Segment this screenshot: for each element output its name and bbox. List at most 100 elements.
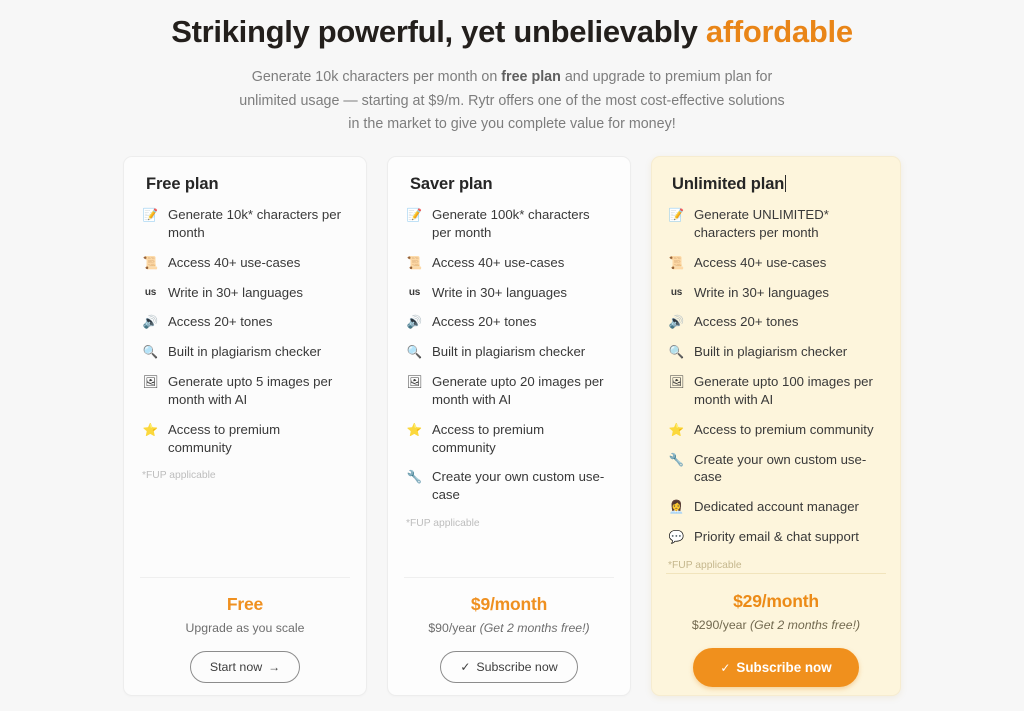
feature-label: Access 20+ tones [694, 314, 799, 330]
scroll-icon: 📜 [668, 254, 685, 270]
scroll-icon: 📜 [406, 254, 423, 270]
speaker-icon: 🔊 [668, 314, 685, 330]
feature-label: Create your own custom use-case [432, 469, 605, 503]
feature-label: Access to premium community [432, 421, 545, 455]
plan-price-note-italic: (Get 2 months free!) [479, 621, 590, 636]
feature-list-saver: 📝 Generate 100k* characters per month 📜 Acc… [404, 206, 614, 516]
feature-label: Generate upto 5 images per month with AI [168, 374, 333, 407]
feature-item: 🔊 Access 20+ tones [140, 313, 350, 331]
feature-item: 🔍 Built in plagiarism checker [666, 343, 886, 361]
plan-price-note: $90/year (Get 2 months free!) [404, 621, 614, 635]
plan-title-free: Free plan [140, 175, 350, 194]
subtitle-part-2: and upgrade to premium plan for [560, 69, 773, 86]
plan-footer-free: Free Upgrade as you scale Start now → [140, 577, 350, 695]
plan-card-saver: Saver plan 📝 Generate 100k* characters per… [387, 156, 631, 697]
chat-bubble-icon: 💬 [668, 528, 685, 544]
subscribe-button-saver[interactable]: ✓ Subscribe now [440, 651, 578, 684]
plan-price-note: $290/year (Get 2 months free!) [666, 618, 886, 632]
feature-label: Access 40+ use-cases [168, 254, 301, 270]
feature-item: 🖼 Generate upto 20 images per month with … [404, 373, 614, 409]
text-cursor-caret [785, 175, 787, 193]
page-subtitle: Generate 10k characters per month on fre… [234, 66, 790, 136]
feature-item: 💬 Priority email & chat support [666, 528, 886, 546]
wrench-icon: 🔧 [668, 451, 685, 467]
fup-footnote: *FUP applicable [668, 559, 742, 571]
feature-item: 📝 Generate 10k* characters per month [140, 206, 350, 242]
feature-label: Write in 30+ languages [432, 284, 568, 300]
subscribe-button-unlimited[interactable]: ✓ Subscribe now [693, 648, 859, 688]
feature-item: 🔧 Create your own custom use-case [666, 451, 886, 487]
plan-price-note-italic: (Get 2 months free!) [750, 618, 861, 633]
subtitle-part-3: unlimited usage — starting at $9/m. Rytr… [239, 92, 725, 109]
feature-item: us Write in 30+ languages [666, 284, 886, 302]
feature-item: us Write in 30+ languages [404, 284, 614, 302]
feature-item: 📜 Access 40+ use-cases [666, 254, 886, 272]
feature-item: 📜 Access 40+ use-cases [140, 254, 350, 272]
feature-label: Built in plagiarism checker [694, 344, 848, 360]
star-icon: ⭐ [142, 421, 159, 437]
framed-picture-icon: 🖼 [406, 374, 423, 390]
feature-item: 📝 Generate UNLIMITED* characters per mont… [666, 206, 886, 242]
plan-card-unlimited: Unlimited plan 📝 Generate UNLIMITED* chara… [651, 156, 901, 697]
feature-list-unlimited: 📝 Generate UNLIMITED* characters per mont… [666, 206, 886, 558]
arrow-right-icon: → [268, 660, 281, 675]
memo-icon: 📝 [668, 207, 685, 223]
subtitle-emphasis: free plan [501, 69, 561, 86]
feature-item: 📜 Access 40+ use-cases [404, 254, 614, 272]
plan-title-text: Free plan [146, 175, 219, 194]
feature-label: Create your own custom use-case [694, 451, 867, 485]
feature-label: Generate 10k* characters per month [168, 207, 341, 240]
scroll-icon: 📜 [142, 254, 159, 270]
plan-price-note: Upgrade as you scale [140, 621, 350, 635]
plan-price-note-plain: $290/year [691, 618, 751, 633]
feature-label: Dedicated account manager [694, 499, 859, 515]
speaker-icon: 🔊 [142, 314, 159, 330]
feature-label: Generate 100k* characters per month [432, 207, 590, 240]
feature-label: Generate UNLIMITED* characters per month [694, 207, 829, 240]
framed-picture-icon: 🖼 [142, 374, 159, 390]
plan-price: Free [226, 594, 264, 615]
feature-item: 🔧 Create your own custom use-case [404, 468, 614, 504]
feature-item: ⭐ Access to premium community [404, 421, 614, 457]
fup-footnote: *FUP applicable [406, 517, 480, 529]
page-title: Strikingly powerful, yet unbelievably af… [0, 8, 1024, 52]
plan-card-free: Free plan 📝 Generate 10k* characters per m… [123, 156, 367, 697]
start-button-free[interactable]: Start now → [189, 651, 301, 684]
feature-label: Access 20+ tones [432, 314, 537, 330]
feature-label: Access 40+ use-cases [432, 254, 565, 270]
page-title-accent: affordable [705, 14, 853, 49]
plan-price: $9/month [470, 594, 548, 615]
feature-item: 📝 Generate 100k* characters per month [404, 206, 614, 242]
speaker-icon: 🔊 [406, 314, 423, 330]
memo-icon: 📝 [142, 207, 159, 223]
feature-label: Generate upto 20 images per month with A… [432, 374, 604, 407]
plan-price-note-plain: $90/year [428, 621, 480, 636]
fup-footnote: *FUP applicable [142, 470, 216, 482]
star-icon: ⭐ [406, 421, 423, 437]
feature-list-free: 📝 Generate 10k* characters per month 📜 Acce… [140, 206, 350, 468]
feature-label: Access to premium community [168, 421, 281, 455]
plan-title-saver: Saver plan [404, 175, 614, 194]
plan-footer-saver: $9/month $90/year (Get 2 months free!) ✓ Su… [404, 577, 614, 695]
feature-item: 🔍 Built in plagiarism checker [140, 343, 350, 361]
us-flag-icon: us [670, 286, 683, 298]
plan-price-note-plain: Upgrade as you scale [185, 621, 305, 636]
feature-item: ⭐ Access to premium community [140, 421, 350, 457]
page-title-plain: Strikingly powerful, yet unbelievably [171, 14, 706, 49]
wrench-icon: 🔧 [406, 469, 423, 485]
feature-label: Write in 30+ languages [168, 284, 304, 300]
plan-title-text: Saver plan [410, 175, 493, 194]
feature-label: Write in 30+ languages [694, 284, 830, 300]
plan-footer-unlimited: $29/month $290/year (Get 2 months free!) ✓… [666, 573, 886, 695]
us-flag-icon: us [144, 286, 157, 298]
magnifier-icon: 🔍 [406, 344, 423, 360]
memo-icon: 📝 [406, 207, 423, 223]
plan-title-text: Unlimited plan [672, 175, 785, 194]
framed-picture-icon: 🖼 [668, 374, 685, 390]
feature-label: Access 20+ tones [168, 314, 273, 330]
feature-item: us Write in 30+ languages [140, 284, 350, 302]
feature-label: Priority email & chat support [694, 528, 859, 544]
plan-title-unlimited: Unlimited plan [666, 175, 886, 194]
account-manager-icon: 👩‍💼 [668, 499, 685, 515]
feature-label: Built in plagiarism checker [432, 344, 586, 360]
